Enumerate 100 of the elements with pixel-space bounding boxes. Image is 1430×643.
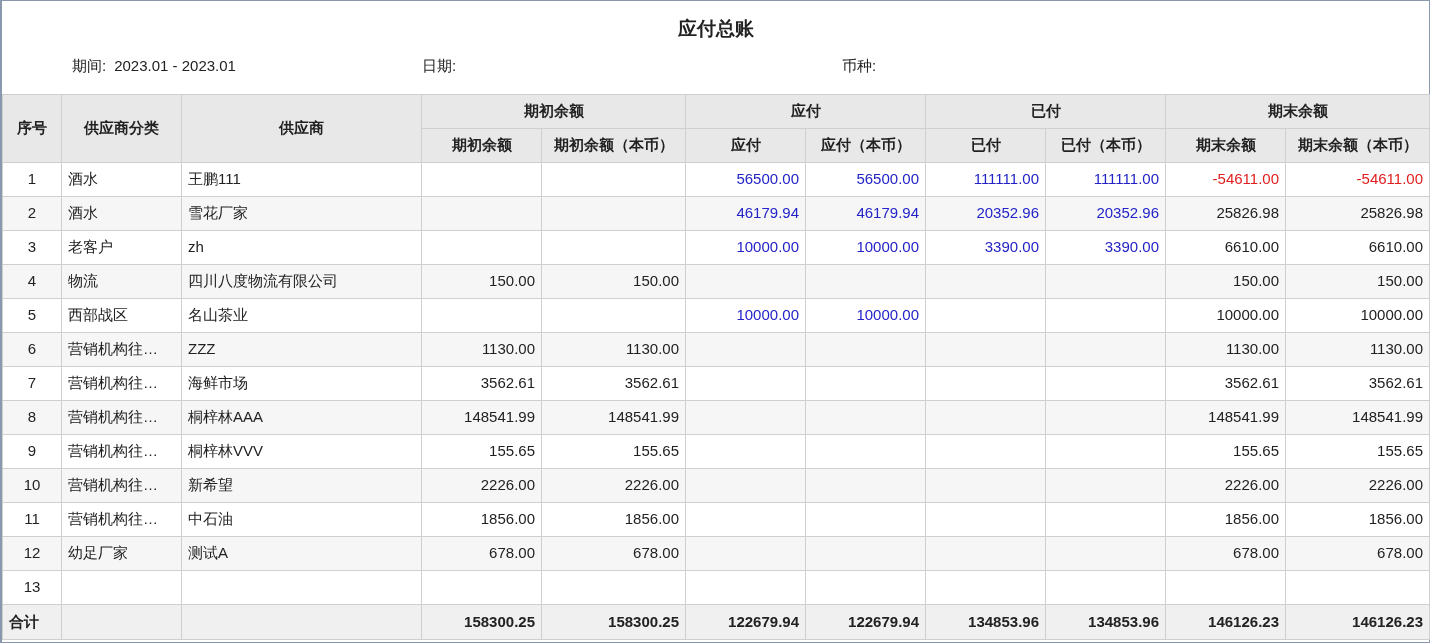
amount-link[interactable]: 3390.00	[1045, 230, 1166, 265]
filter-value: 2023.01 - 2023.01	[114, 56, 236, 76]
amount-cell: 150.00	[1165, 264, 1286, 299]
table-cell: 营销机构往…	[61, 502, 182, 537]
column-header: 序号	[2, 94, 62, 163]
amount-cell: -54611.00	[1165, 162, 1286, 197]
amount-cell: 3562.61	[541, 366, 686, 401]
amount-link[interactable]: 111111.00	[925, 162, 1046, 197]
amount-link[interactable]: 46179.94	[685, 196, 806, 231]
column-header: 供应商	[181, 94, 422, 163]
table-cell: 桐梓林AAA	[181, 400, 422, 435]
amount-cell: 155.65	[541, 434, 686, 469]
total-cell: 134853.96	[1045, 604, 1166, 640]
amount-cell: 155.65	[421, 434, 542, 469]
table-cell: 幼足厂家	[61, 536, 182, 571]
amount-link[interactable]: 3390.00	[925, 230, 1046, 265]
amount-cell: 150.00	[541, 264, 686, 299]
column-header: 已付	[925, 128, 1046, 163]
table-cell: 酒水	[61, 162, 182, 197]
table-cell: 9	[2, 434, 62, 469]
total-cell: 122679.94	[685, 604, 806, 640]
table-cell: 名山茶业	[181, 298, 422, 333]
table-cell: 2	[2, 196, 62, 231]
table-cell: 营销机构往…	[61, 468, 182, 503]
amount-cell: 155.65	[1285, 434, 1430, 469]
amount-link[interactable]: 10000.00	[685, 298, 806, 333]
table-cell: 新希望	[181, 468, 422, 503]
amount-cell: 148541.99	[421, 400, 542, 435]
amount-cell: 10000.00	[1285, 298, 1430, 333]
amount-cell: 148541.99	[541, 400, 686, 435]
table-cell: 8	[2, 400, 62, 435]
amount-cell: 678.00	[421, 536, 542, 571]
amount-cell: 1130.00	[1165, 332, 1286, 367]
amount-cell: 1130.00	[541, 332, 686, 367]
amount-cell: 678.00	[541, 536, 686, 571]
total-cell: 146126.23	[1285, 604, 1430, 640]
amount-cell: 678.00	[1285, 536, 1430, 571]
amount-cell: 25826.98	[1165, 196, 1286, 231]
amount-cell: 3562.61	[1165, 366, 1286, 401]
table-cell: 雪花厂家	[181, 196, 422, 231]
table-cell: 老客户	[61, 230, 182, 265]
table-cell: 营销机构往…	[61, 366, 182, 401]
amount-cell: 150.00	[421, 264, 542, 299]
amount-cell: 2226.00	[1285, 468, 1430, 503]
table-cell: ZZZ	[181, 332, 422, 367]
amount-link[interactable]: 20352.96	[1045, 196, 1166, 231]
table-cell: 西部战区	[61, 298, 182, 333]
amount-cell: 25826.98	[1285, 196, 1430, 231]
amount-link[interactable]: 56500.00	[685, 162, 806, 197]
amount-cell: 1130.00	[421, 332, 542, 367]
amount-link[interactable]: 56500.00	[805, 162, 926, 197]
amount-link[interactable]: 10000.00	[805, 230, 926, 265]
table-cell: zh	[181, 230, 422, 265]
table-cell: 中石油	[181, 502, 422, 537]
table-cell: 营销机构往…	[61, 400, 182, 435]
table-cell: 13	[2, 570, 62, 605]
amount-cell: 2226.00	[421, 468, 542, 503]
table-cell: 11	[2, 502, 62, 537]
amount-link[interactable]: 20352.96	[925, 196, 1046, 231]
table-cell: 1	[2, 162, 62, 197]
amount-cell: 1130.00	[1285, 332, 1430, 367]
table-cell: 12	[2, 536, 62, 571]
column-header: 供应商分类	[61, 94, 182, 163]
table-cell: 营销机构往…	[61, 332, 182, 367]
amount-cell: 3562.61	[421, 366, 542, 401]
amount-cell: 155.65	[1165, 434, 1286, 469]
total-cell: 134853.96	[925, 604, 1046, 640]
amount-cell: 10000.00	[1165, 298, 1286, 333]
table-cell: 王鹏111	[181, 162, 422, 197]
table-cell: 物流	[61, 264, 182, 299]
amount-link[interactable]: 10000.00	[805, 298, 926, 333]
amount-cell: 148541.99	[1165, 400, 1286, 435]
amount-cell: 150.00	[1285, 264, 1430, 299]
amount-cell: -54611.00	[1285, 162, 1430, 197]
table-cell: 6	[2, 332, 62, 367]
group-header: 期末余额	[1165, 94, 1430, 129]
amount-cell: 3562.61	[1285, 366, 1430, 401]
group-header: 已付	[925, 94, 1166, 129]
amount-link[interactable]: 46179.94	[805, 196, 926, 231]
total-label: 合计	[2, 604, 62, 640]
amount-link[interactable]: 10000.00	[685, 230, 806, 265]
column-header: 期末余额	[1165, 128, 1286, 163]
column-header: 已付（本币）	[1045, 128, 1166, 163]
table-cell: 7	[2, 366, 62, 401]
table-cell: 5	[2, 298, 62, 333]
table-cell: 10	[2, 468, 62, 503]
report-title: 应付总账	[676, 17, 755, 41]
amount-cell: 1856.00	[1285, 502, 1430, 537]
amount-cell: 148541.99	[1285, 400, 1430, 435]
total-cell: 146126.23	[1165, 604, 1286, 640]
total-cell: 158300.25	[541, 604, 686, 640]
amount-cell: 1856.00	[1165, 502, 1286, 537]
group-header: 应付	[685, 94, 926, 129]
amount-link[interactable]: 111111.00	[1045, 162, 1166, 197]
filter-label: 日期:	[422, 56, 457, 76]
amount-cell: 678.00	[1165, 536, 1286, 571]
table-cell: 酒水	[61, 196, 182, 231]
filter-label: 期间:	[72, 56, 107, 76]
column-header: 期初余额	[421, 128, 542, 163]
table-cell: 3	[2, 230, 62, 265]
